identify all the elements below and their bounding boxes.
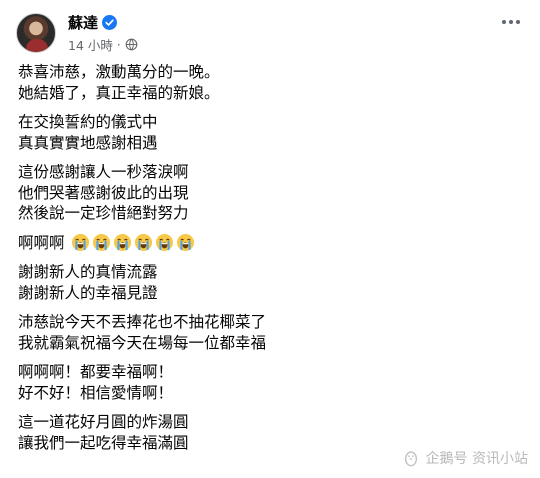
post-line: 好不好！相信愛情啊！ bbox=[18, 383, 174, 402]
author-row: 蘇達 bbox=[68, 12, 118, 33]
post-line: 啊啊啊！都要幸福啊！ bbox=[18, 363, 174, 381]
post-body: 恭喜沛慈，激動萬分的一晚。 她結婚了，真正幸福的新娘。 在交換誓約的儀式中 真真… bbox=[18, 62, 518, 462]
more-options-icon[interactable] bbox=[502, 20, 520, 24]
post-line: 真真實實地感謝相遇 bbox=[18, 133, 158, 152]
emoji-line: 啊啊啊 bbox=[18, 233, 518, 254]
post-header: 蘇達 14 小時 · bbox=[14, 8, 526, 58]
post-timestamp[interactable]: 14 小時 bbox=[68, 35, 113, 54]
paragraph: 謝謝新人的真情流露 謝謝新人的幸福見證 bbox=[18, 262, 518, 303]
post-meta: 14 小時 · bbox=[68, 35, 138, 54]
post-line: 恭喜沛慈，激動萬分的一晚。 bbox=[18, 63, 220, 81]
post-line: 他們哭著感謝彼此的出現 bbox=[18, 183, 189, 202]
post-line: 謝謝新人的真情流露 bbox=[18, 263, 158, 281]
loudly-crying-face-icon bbox=[113, 234, 131, 252]
loudly-crying-face-icon bbox=[71, 234, 89, 252]
post-line: 在交換誓約的儀式中 bbox=[18, 113, 158, 131]
globe-icon bbox=[125, 38, 138, 51]
post-line: 我就霸氣祝福今天在場每一位都幸福 bbox=[18, 333, 267, 352]
meta-separator: · bbox=[116, 37, 121, 52]
loudly-crying-face-icon bbox=[92, 234, 110, 252]
avatar[interactable] bbox=[16, 13, 56, 53]
loudly-crying-face-icon bbox=[155, 234, 173, 252]
paragraph: 這份感謝讓人一秒落淚啊 他們哭著感謝彼此的出現 然後說一定珍惜絕對努力 bbox=[18, 162, 518, 224]
post-line: 這一道花好月圓的炸湯圓 bbox=[18, 413, 189, 431]
post-line: 沛慈說今天不丟捧花也不抽花椰菜了 bbox=[18, 313, 267, 331]
post-line: 啊啊啊 bbox=[18, 233, 65, 252]
emoji-group bbox=[71, 233, 197, 252]
verified-badge-icon bbox=[102, 15, 118, 30]
watermark-text: 企鵝号 资讯小站 bbox=[425, 451, 528, 467]
author-name[interactable]: 蘇達 bbox=[68, 12, 98, 33]
paragraph: 在交換誓約的儀式中 真真實實地感謝相遇 bbox=[18, 112, 518, 153]
paragraph: 沛慈說今天不丟捧花也不抽花椰菜了 我就霸氣祝福今天在場每一位都幸福 bbox=[18, 312, 518, 353]
post-line: 然後說一定珍惜絕對努力 bbox=[18, 204, 189, 222]
post-line: 她結婚了，真正幸福的新娘。 bbox=[18, 83, 220, 102]
paragraph: 恭喜沛慈，激動萬分的一晚。 她結婚了，真正幸福的新娘。 bbox=[18, 62, 518, 103]
post-line: 謝謝新人的幸福見證 bbox=[18, 283, 158, 302]
paragraph: 啊啊啊！都要幸福啊！ 好不好！相信愛情啊！ bbox=[18, 362, 518, 403]
loudly-crying-face-icon bbox=[134, 234, 152, 252]
watermark: 企鵝号 资讯小站 bbox=[402, 448, 528, 468]
loudly-crying-face-icon bbox=[176, 234, 194, 252]
paragraph: 這一道花好月圓的炸湯圓 讓我們一起吃得幸福滿圓 bbox=[18, 412, 518, 453]
post-line: 這份感謝讓人一秒落淚啊 bbox=[18, 163, 189, 181]
penguin-logo-icon bbox=[404, 451, 417, 467]
